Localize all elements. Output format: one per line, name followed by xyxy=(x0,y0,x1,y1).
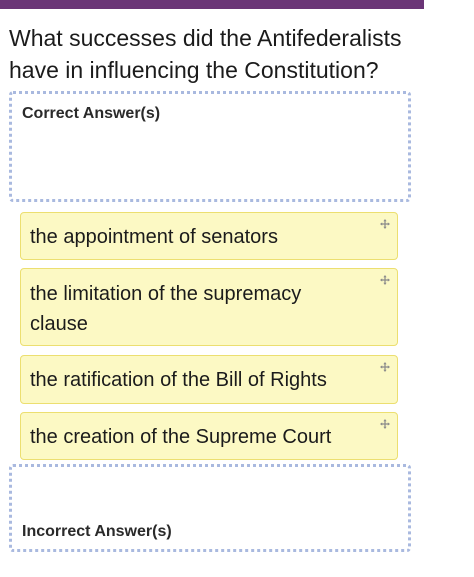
answer-text: the limitation of the supremacy clause xyxy=(30,283,302,335)
question-prompt: What successes did the Antifederalists h… xyxy=(9,25,402,83)
drag-handle-icon[interactable] xyxy=(380,362,390,372)
answer-card[interactable]: the appointment of senators xyxy=(20,212,398,260)
answer-card[interactable]: the limitation of the supremacy clause xyxy=(20,268,398,346)
correct-answers-drop-zone[interactable]: Correct Answer(s) xyxy=(9,91,411,202)
header-accent-bar xyxy=(0,0,424,9)
answer-text: the appointment of senators xyxy=(30,226,278,248)
drag-handle-icon[interactable] xyxy=(380,419,390,429)
answer-text: the creation of the Supreme Court xyxy=(30,426,332,448)
incorrect-answers-label: Incorrect Answer(s) xyxy=(22,523,172,540)
drag-handle-icon[interactable] xyxy=(380,275,390,285)
answer-card[interactable]: the ratification of the Bill of Rights xyxy=(20,355,398,404)
drag-handle-icon[interactable] xyxy=(380,219,390,229)
answer-card[interactable]: the creation of the Supreme Court xyxy=(20,412,398,460)
answer-text: the ratification of the Bill of Rights xyxy=(30,369,327,391)
incorrect-answers-drop-zone[interactable]: Incorrect Answer(s) xyxy=(9,464,411,552)
correct-answers-label: Correct Answer(s) xyxy=(22,105,161,122)
